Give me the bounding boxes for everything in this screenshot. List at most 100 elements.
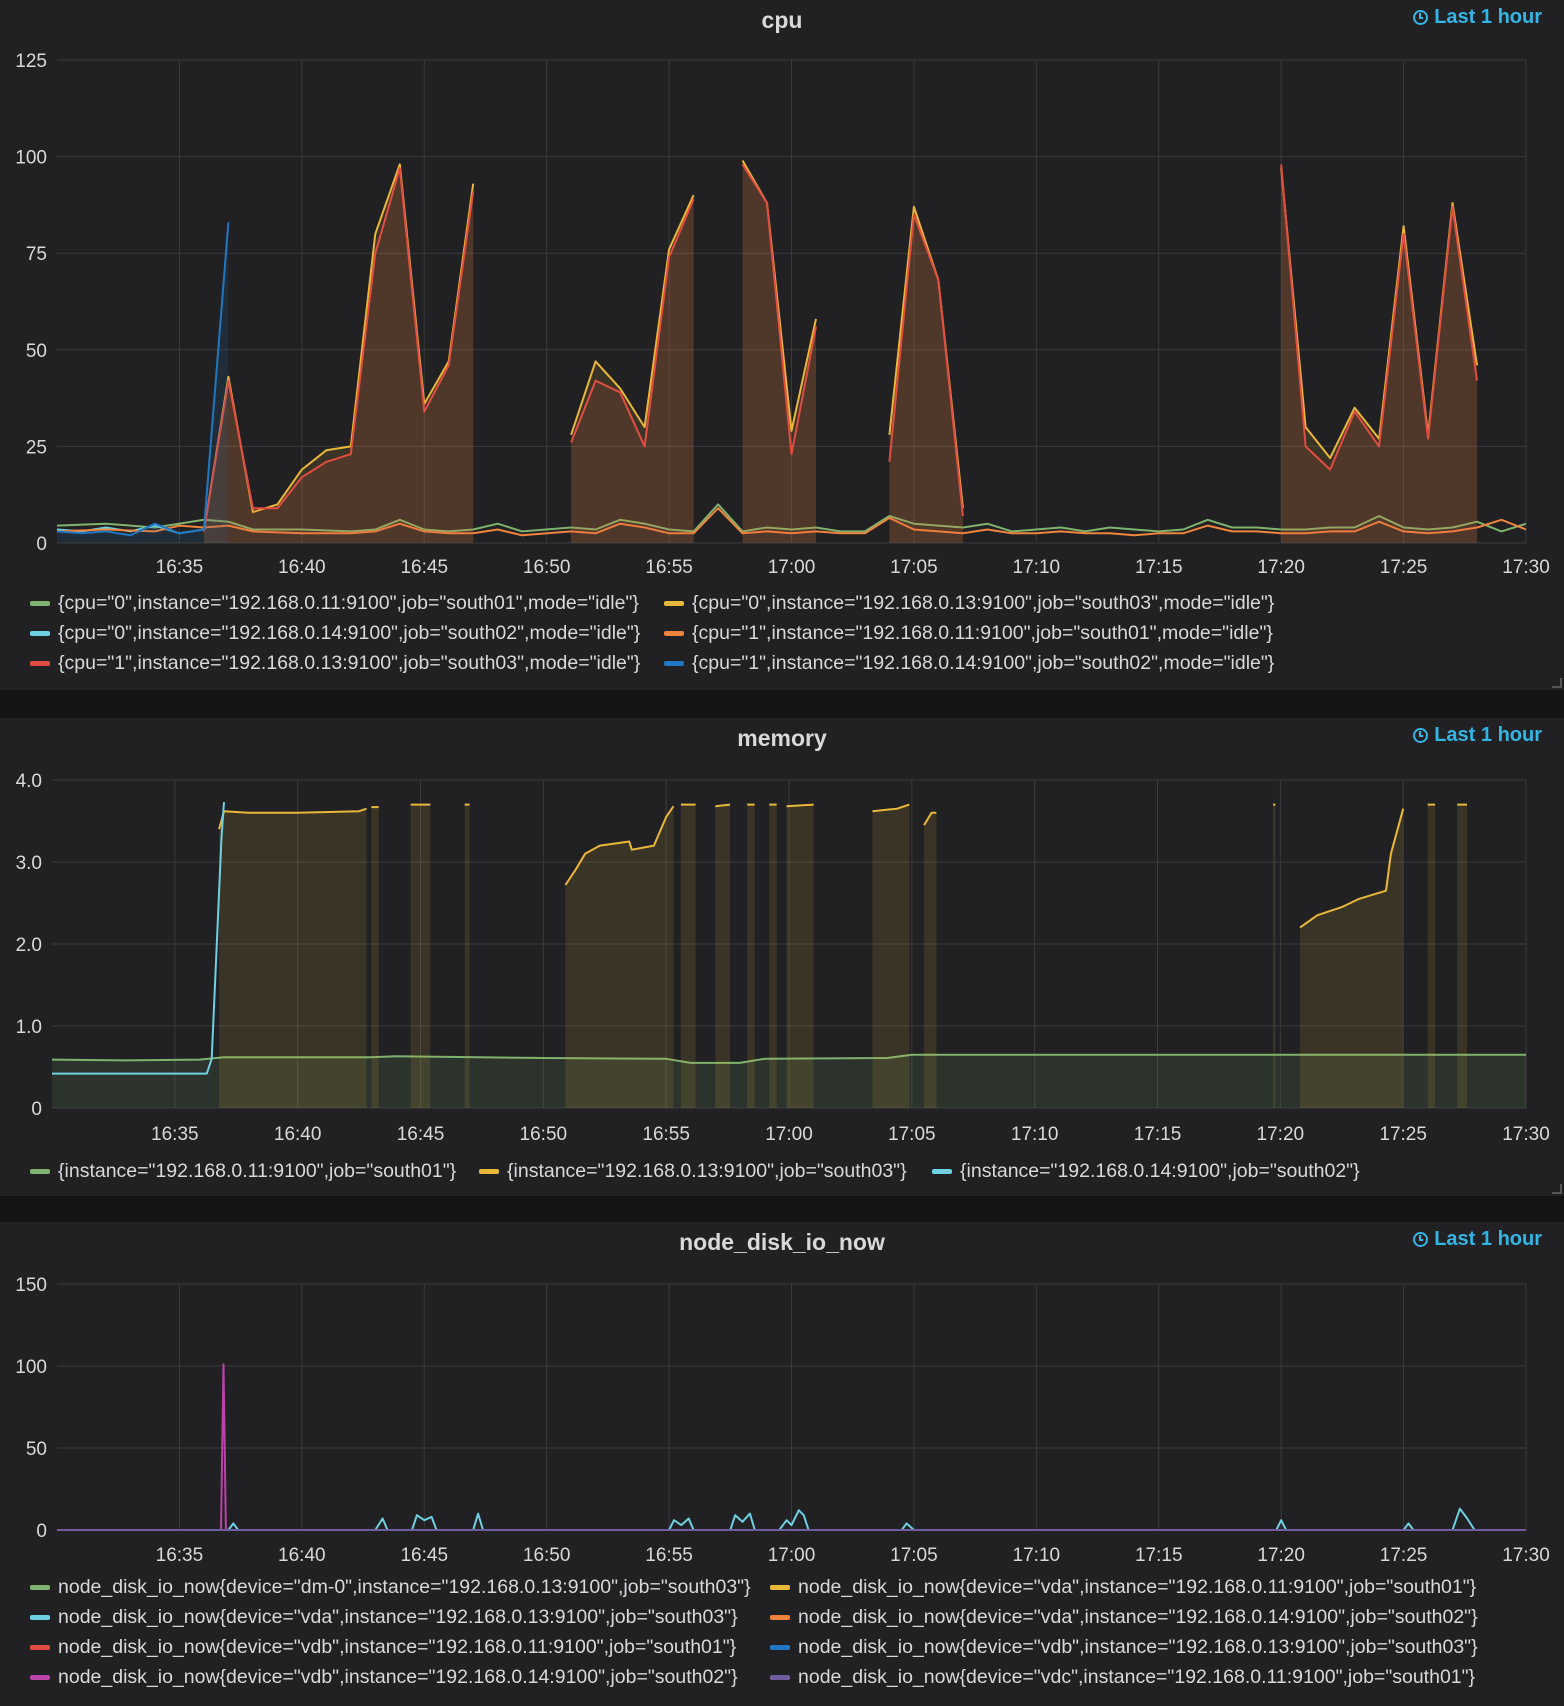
legend-label: node_disk_io_now{device="vdb",instance="… xyxy=(58,1636,737,1658)
x-tick-label: 17:25 xyxy=(1380,1545,1428,1566)
memory-chart[interactable]: 0 1.0 2.0 3.0 4.0 16:35 16:40 16:45 16:50 16:55 17… xyxy=(0,718,1564,1196)
cpu-chart[interactable]: 0 25 50 75 100 125 16:35 16:40 16:45 16:50 16:55 17… xyxy=(0,0,1564,690)
legend-item[interactable]: {instance="192.168.0.11:9100",job="south… xyxy=(30,1160,456,1183)
y-tick-label: 3.0 xyxy=(16,853,42,874)
x-tick-label: 16:35 xyxy=(151,1124,199,1145)
legend-item[interactable]: node_disk_io_now{device="vda",instance="… xyxy=(770,1576,1476,1599)
x-tick-label: 17:30 xyxy=(1502,1124,1550,1145)
legend-item[interactable]: {cpu="1",instance="192.168.0.11:9100",jo… xyxy=(664,622,1273,645)
x-tick-label: 17:10 xyxy=(1011,1124,1059,1145)
x-tick-label: 17:25 xyxy=(1379,1124,1427,1145)
x-tick-label: 17:10 xyxy=(1013,557,1061,578)
x-tick-label: 16:50 xyxy=(520,1124,568,1145)
legend-label: {cpu="0",instance="192.168.0.13:9100",jo… xyxy=(692,592,1275,614)
legend-item[interactable]: node_disk_io_now{device="vda",instance="… xyxy=(770,1606,1478,1629)
legend-item[interactable]: {cpu="0",instance="192.168.0.11:9100",jo… xyxy=(30,592,639,615)
legend-swatch xyxy=(664,631,684,636)
legend-item[interactable]: {cpu="1",instance="192.168.0.14:9100",jo… xyxy=(664,652,1274,675)
x-tick-label: 17:05 xyxy=(890,1545,938,1566)
legend-swatch xyxy=(30,1585,50,1590)
x-tick-label: 16:40 xyxy=(274,1124,322,1145)
x-tick-label: 17:20 xyxy=(1257,1545,1305,1566)
legend-swatch xyxy=(30,1645,50,1650)
y-tick-label: 0 xyxy=(36,1521,47,1542)
legend-item[interactable]: node_disk_io_now{device="vdb",instance="… xyxy=(770,1636,1478,1659)
legend-label: node_disk_io_now{device="vda",instance="… xyxy=(58,1606,738,1628)
y-tick-label: 75 xyxy=(26,244,47,265)
series-area-5 xyxy=(1281,164,1477,544)
legend-label: {cpu="0",instance="192.168.0.14:9100",jo… xyxy=(58,622,641,644)
series-area-5 xyxy=(571,199,694,543)
legend-item[interactable]: {cpu="1",instance="192.168.0.13:9100",jo… xyxy=(30,652,640,675)
cpu-panel: cpu Last 1 hour 0 25 50 75 100 125 16:35 16:40 1… xyxy=(0,0,1564,690)
legend-swatch xyxy=(932,1169,952,1174)
x-tick-label: 17:05 xyxy=(890,557,938,578)
series-area-5 xyxy=(203,168,474,543)
y-tick-label: 1.0 xyxy=(16,1017,42,1038)
y-tick-label: 50 xyxy=(26,341,47,362)
disk-panel: node_disk_io_now Last 1 hour 0 50 100 150 16… xyxy=(0,1222,1564,1706)
series-line-6[interactable] xyxy=(56,222,230,537)
legend-swatch xyxy=(30,661,50,666)
x-tick-label: 16:45 xyxy=(400,1545,448,1566)
series-area-2 xyxy=(924,812,937,1108)
series-area-2 xyxy=(1457,804,1467,1108)
y-tick-label: 50 xyxy=(26,1439,47,1460)
x-tick-label: 16:50 xyxy=(523,1545,571,1566)
legend-label: node_disk_io_now{device="vdc",instance="… xyxy=(798,1666,1476,1688)
x-tick-label: 17:00 xyxy=(768,1545,816,1566)
legend-label: node_disk_io_now{device="vda",instance="… xyxy=(798,1576,1477,1598)
legend-label: node_disk_io_now{device="vdb",instance="… xyxy=(798,1636,1478,1658)
legend-label: {instance="192.168.0.14:9100",job="south… xyxy=(960,1160,1360,1182)
panel-resize-handle[interactable] xyxy=(1552,1184,1562,1194)
legend-item[interactable]: node_disk_io_now{device="vdb",instance="… xyxy=(30,1636,736,1659)
legend-item[interactable]: {instance="192.168.0.13:9100",job="south… xyxy=(479,1160,907,1183)
panel-resize-handle[interactable] xyxy=(1552,678,1562,688)
x-tick-label: 16:35 xyxy=(156,557,204,578)
series-line-3[interactable] xyxy=(52,802,225,1075)
x-tick-label: 16:35 xyxy=(156,1545,204,1566)
disk-io-chart[interactable]: 0 50 100 150 16:35 16:40 16:45 16:50 16:55 17:00 1… xyxy=(0,1222,1564,1706)
legend-item[interactable]: {instance="192.168.0.14:9100",job="south… xyxy=(932,1160,1360,1183)
x-tick-label: 17:15 xyxy=(1135,557,1183,578)
legend-swatch xyxy=(30,1675,50,1680)
series-area-2 xyxy=(410,804,431,1108)
series-area-2 xyxy=(371,807,379,1108)
legend-label: node_disk_io_now{device="vda",instance="… xyxy=(798,1606,1478,1628)
y-tick-label: 25 xyxy=(26,437,47,458)
legend-swatch xyxy=(664,661,684,666)
series-area-6 xyxy=(57,222,229,544)
x-tick-label: 17:05 xyxy=(888,1124,936,1145)
x-tick-label: 17:30 xyxy=(1502,557,1550,578)
legend-label: {cpu="1",instance="192.168.0.11:9100",jo… xyxy=(692,622,1273,644)
legend-item[interactable]: {cpu="0",instance="192.168.0.14:9100",jo… xyxy=(30,622,640,645)
series-area-2 xyxy=(565,806,674,1108)
x-tick-label: 17:20 xyxy=(1257,1124,1305,1145)
series-area-2 xyxy=(786,804,814,1108)
series-area-2 xyxy=(872,804,910,1108)
legend-label: {cpu="1",instance="192.168.0.13:9100",jo… xyxy=(58,652,641,674)
legend-swatch xyxy=(30,1169,50,1174)
legend-swatch xyxy=(30,601,50,606)
legend-item[interactable]: node_disk_io_now{device="vdc",instance="… xyxy=(770,1666,1475,1689)
legend-swatch xyxy=(30,1615,50,1620)
legend-swatch xyxy=(770,1645,790,1650)
series-area-5 xyxy=(889,214,963,543)
y-tick-label: 2.0 xyxy=(16,935,42,956)
y-tick-label: 0 xyxy=(36,534,47,555)
series-area-2 xyxy=(464,804,470,1108)
y-tick-label: 125 xyxy=(15,51,47,72)
series-area-2 xyxy=(715,804,730,1108)
series-area-2 xyxy=(680,804,696,1108)
series-area-5 xyxy=(742,164,816,544)
legend-item[interactable]: node_disk_io_now{device="dm-0",instance=… xyxy=(30,1576,751,1599)
legend-label: node_disk_io_now{device="dm-0",instance=… xyxy=(58,1576,751,1598)
legend-swatch xyxy=(30,631,50,636)
x-tick-label: 17:15 xyxy=(1135,1545,1183,1566)
legend-item[interactable]: node_disk_io_now{device="vda",instance="… xyxy=(30,1606,738,1629)
legend-label: node_disk_io_now{device="vdb",instance="… xyxy=(58,1666,738,1688)
x-tick-label: 16:45 xyxy=(400,557,448,578)
legend-item[interactable]: {cpu="0",instance="192.168.0.13:9100",jo… xyxy=(664,592,1274,615)
legend-item[interactable]: node_disk_io_now{device="vdb",instance="… xyxy=(30,1666,738,1689)
y-tick-label: 150 xyxy=(15,1275,47,1296)
